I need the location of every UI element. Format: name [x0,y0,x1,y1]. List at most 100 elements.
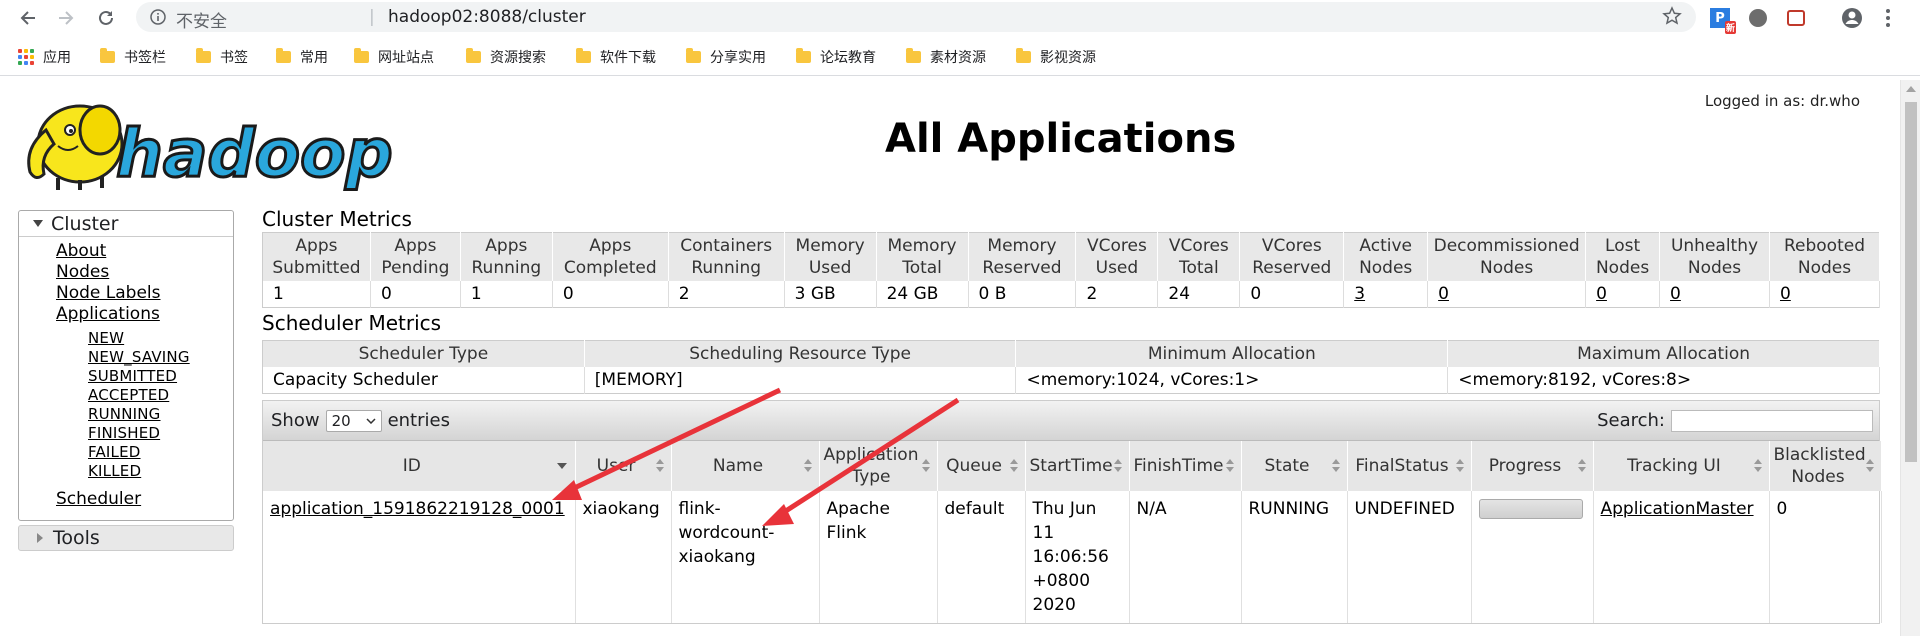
active-nodes-link[interactable]: 3 [1354,284,1365,304]
datatable-toolbar: Show 20 entries Search: [263,401,1879,441]
column-header-blacklisted-nodes[interactable]: Blacklisted Nodes [1769,441,1882,491]
cluster-metrics-value-row: 1 0 1 0 2 3 GB 24 GB 0 B 2 24 0 3 0 0 0 … [262,281,1881,308]
bookmark-folder[interactable]: 软件下载 [576,46,656,68]
sort-icon [921,459,931,473]
decommissioned-nodes-link[interactable]: 0 [1438,284,1449,304]
address-bar[interactable]: 不安全 | hadoop02:8088/cluster [136,2,1696,32]
url-text[interactable]: hadoop02:8088/cluster [388,7,586,27]
lost-nodes-link[interactable]: 0 [1596,284,1607,304]
cell-tracking-ui: ApplicationMaster [1593,491,1770,623]
vertical-scrollbar[interactable] [1900,80,1920,636]
sidebar-link-nodes[interactable]: Nodes [56,262,233,283]
bookmark-folder[interactable]: 分享实用 [686,46,766,68]
column-header-state[interactable]: State [1241,441,1348,491]
entries-length-control: Show 20 entries [271,409,450,432]
metric-header: Memory Used [784,232,877,281]
bookmark-star-icon[interactable] [1662,6,1682,26]
app-state-link-new-saving[interactable]: NEW_SAVING [88,348,233,367]
info-icon[interactable] [150,9,166,25]
rebooted-nodes-link[interactable]: 0 [1780,284,1791,304]
search-input[interactable] [1671,409,1873,432]
metric-value: 0 [1769,281,1881,308]
app-state-link-submitted[interactable]: SUBMITTED [88,367,233,386]
scheduler-value: <memory:1024, vCores:1> [1015,367,1449,394]
cell-queue: default [937,491,1026,623]
metric-header: Apps Running [460,232,553,281]
scheduler-metrics-table: Scheduler Type Scheduling Resource Type … [262,340,1880,394]
metric-value: 0 [370,281,461,308]
scroll-up-arrow-icon[interactable] [1906,86,1916,92]
scheduler-metrics-header-row: Scheduler Type Scheduling Resource Type … [262,340,1880,367]
metric-value: 0 [1659,281,1770,308]
metric-header: Apps Submitted [262,232,371,281]
metric-header: VCores Used [1075,232,1159,281]
sidebar-link-node-labels[interactable]: Node Labels [56,283,233,304]
entries-select[interactable]: 20 [325,409,382,432]
bookmark-folder[interactable]: 影视资源 [1016,46,1096,68]
scheduler-value: Capacity Scheduler [262,367,585,394]
reload-button[interactable] [92,4,120,32]
hadoop-logo[interactable]: hadoop [18,90,398,194]
column-header-tracking-ui[interactable]: Tracking UI [1593,441,1770,491]
metric-header: Apps Pending [370,232,461,281]
tracking-ui-link[interactable]: ApplicationMaster [1601,499,1754,519]
bookmark-folder[interactable]: 网址站点 [354,46,434,68]
extension-gear-icon[interactable] [1746,6,1770,30]
bookmark-folder[interactable]: 书签 [196,46,248,68]
app-state-link-killed[interactable]: KILLED [88,462,233,481]
metric-header: VCores Total [1157,232,1241,281]
cell-starttime: Thu Jun 11 16:06:56 +0800 2020 [1025,491,1130,623]
column-header-starttime[interactable]: StartTime [1025,441,1130,491]
sidebar-link-about[interactable]: About [56,241,233,262]
bookmark-folder[interactable]: 素材资源 [906,46,986,68]
bookmark-folder[interactable]: 资源搜索 [466,46,546,68]
sidebar-link-applications[interactable]: Applications [56,304,233,325]
menu-kebab-icon[interactable] [1876,6,1900,30]
tools-panel-header[interactable]: Tools [18,525,234,551]
search-control: Search: [1597,409,1873,432]
cluster-panel-header[interactable]: Cluster [19,211,233,237]
extension-p-icon[interactable]: P 新 [1708,6,1736,34]
hadoop-wordmark: hadoop [116,115,393,192]
main-content: Cluster Metrics Apps Submitted Apps Pendin… [262,206,1882,624]
cluster-metrics-table: Apps Submitted Apps Pending Apps Running Ap… [262,232,1881,308]
applications-header-row: ID User Name Application Type Queue Start… [263,441,1882,491]
app-state-link-new[interactable]: NEW [88,329,233,348]
sort-icon [1865,459,1875,473]
bookmark-folder[interactable]: 论坛教育 [796,46,876,68]
table-row: application_1591862219128_0001 xiaokang … [263,491,1882,623]
bookmark-folder[interactable]: 书签栏 [100,46,166,68]
metric-header: Active Nodes [1343,232,1429,281]
bookmark-apps[interactable]: 应用 [18,46,71,68]
sort-icon [1753,459,1763,473]
column-header-name[interactable]: Name [671,441,820,491]
column-header-id[interactable]: ID [263,441,576,491]
app-state-link-running[interactable]: RUNNING [88,405,233,424]
column-header-finishtime[interactable]: FinishTime [1129,441,1242,491]
column-header-finalstatus[interactable]: FinalStatus [1347,441,1472,491]
column-header-user[interactable]: User [575,441,672,491]
sidebar-link-scheduler[interactable]: Scheduler [56,489,233,510]
metric-value: 2 [1075,281,1159,308]
column-header-application-type[interactable]: Application Type [819,441,938,491]
back-button[interactable] [14,4,42,32]
cell-blacklisted-nodes: 0 [1769,491,1882,623]
forward-button[interactable] [52,4,80,32]
scrollbar-thumb[interactable] [1905,102,1917,462]
app-state-link-failed[interactable]: FAILED [88,443,233,462]
bookmark-folder[interactable]: 常用 [276,46,328,68]
scheduler-header: Maximum Allocation [1447,340,1880,367]
application-id-link[interactable]: application_1591862219128_0001 [270,499,565,519]
folder-icon [906,48,921,63]
extension-pocket-icon[interactable] [1784,6,1808,30]
app-state-link-finished[interactable]: FINISHED [88,424,233,443]
profile-avatar-icon[interactable] [1840,6,1864,30]
folder-icon [196,48,211,63]
logged-in-status: Logged in as: dr.who [1704,92,1860,110]
column-header-queue[interactable]: Queue [937,441,1026,491]
forward-arrow-icon [59,11,74,25]
column-header-progress[interactable]: Progress [1471,441,1594,491]
app-state-link-accepted[interactable]: ACCEPTED [88,386,233,405]
metric-value: 1 [262,281,371,308]
unhealthy-nodes-link[interactable]: 0 [1670,284,1681,304]
